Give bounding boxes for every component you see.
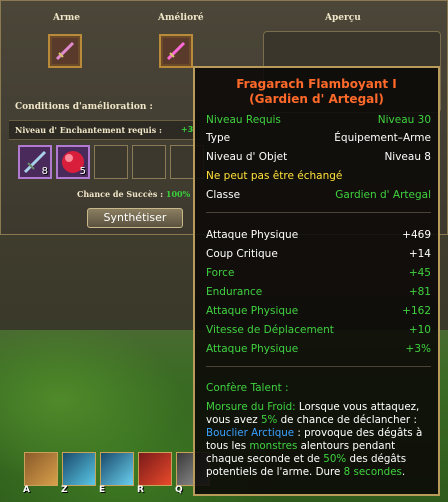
stat-label: Attaque Physique	[206, 229, 299, 241]
talent-damage-pct: 50%	[323, 453, 347, 465]
required-level-value: Niveau 30	[377, 114, 431, 126]
stat-label: Attaque Physique	[206, 305, 299, 317]
material-slot-4[interactable]	[132, 145, 166, 179]
item-level-value: Niveau 8	[384, 151, 431, 163]
class-label: Classe	[206, 189, 241, 201]
stat-label: Force	[206, 267, 235, 279]
talent-name: Morsure du Froid:	[206, 401, 296, 413]
material-slot-1[interactable]: 8	[18, 145, 52, 179]
no-trade-label: Ne peut pas être échangé	[206, 170, 343, 182]
skill-slot-e[interactable]: E	[99, 452, 134, 495]
weapon-column-label: Arme	[53, 13, 80, 23]
material-count: 8	[41, 166, 48, 177]
stat-value: +162	[402, 305, 431, 317]
stat-label: Vitesse de Déplacement	[206, 324, 334, 336]
class-value: Gardien d' Artegal	[335, 189, 431, 201]
skill-slot-z[interactable]: Z	[61, 452, 96, 495]
sword-icon	[52, 38, 78, 64]
stat-label: Coup Critique	[206, 248, 278, 260]
success-chance: Chance de Succès : 100%	[77, 189, 190, 199]
type-label: Type	[206, 132, 231, 144]
required-level-label: Niveau Requis	[206, 114, 281, 126]
talent-text: de chance de déclancher :	[277, 414, 417, 426]
stat-value: +10	[408, 324, 431, 336]
stat-value: +81	[408, 286, 431, 298]
stat-value: +14	[408, 248, 431, 260]
stat-value: +3%	[405, 343, 431, 355]
synthesize-button[interactable]: Synthétiser	[87, 208, 183, 228]
talent-duration: 8 secondes	[343, 466, 402, 478]
hotkey-label: A	[23, 485, 30, 495]
enchant-value: +3	[181, 125, 194, 134]
divider	[206, 366, 431, 367]
improved-slot[interactable]	[159, 34, 193, 68]
chance-value: 100%	[165, 189, 191, 199]
stat-value: +469	[402, 229, 431, 241]
material-count: 5	[79, 166, 86, 177]
preview-column-label: Aperçu	[325, 13, 361, 23]
stat-label: Attaque Physique	[206, 343, 299, 355]
stat-value: +45	[408, 267, 431, 279]
talent-monsters: monstres	[249, 440, 298, 452]
skill-slot-a[interactable]: A	[23, 452, 58, 495]
skill-slot-r[interactable]: R	[137, 452, 172, 495]
enchant-label: Niveau d' Enchantement requis :	[15, 125, 162, 135]
talent-header: Confère Talent :	[206, 382, 289, 394]
hotkey-label: E	[99, 485, 106, 495]
material-slot-3[interactable]	[94, 145, 128, 179]
chance-label: Chance de Succès :	[77, 189, 164, 199]
divider	[206, 212, 431, 213]
talent-skill-name: Bouclier Arctique	[206, 427, 295, 439]
item-subtitle: (Gardien d' Artegal)	[249, 92, 384, 106]
item-name: Fragarach Flamboyant I	[236, 77, 397, 91]
hotkey-label: R	[137, 485, 144, 495]
weapon-slot[interactable]	[48, 34, 82, 68]
sword-icon	[163, 38, 189, 64]
talent-description: Morsure du Froid: Lorsque vous attaquez,…	[206, 401, 436, 479]
skill-hotbar: A Z E R Q	[0, 446, 210, 502]
hotkey-label: Q	[175, 485, 183, 495]
hotkey-label: Z	[61, 485, 68, 495]
enchant-requirement: Niveau d' Enchantement requis : +3	[9, 120, 199, 140]
item-level-label: Niveau d' Objet	[206, 151, 288, 163]
talent-text: .	[401, 466, 406, 478]
talent-chance: 5%	[260, 414, 278, 426]
conditions-label: Conditions d'amélioration :	[15, 102, 153, 112]
type-value: Équipement–Arme	[334, 132, 431, 144]
improved-column-label: Amélioré	[158, 13, 204, 23]
stat-label: Endurance	[206, 286, 263, 298]
item-tooltip: Fragarach Flamboyant I (Gardien d' Arteg…	[193, 66, 440, 496]
material-slot-2[interactable]: 5	[56, 145, 90, 179]
